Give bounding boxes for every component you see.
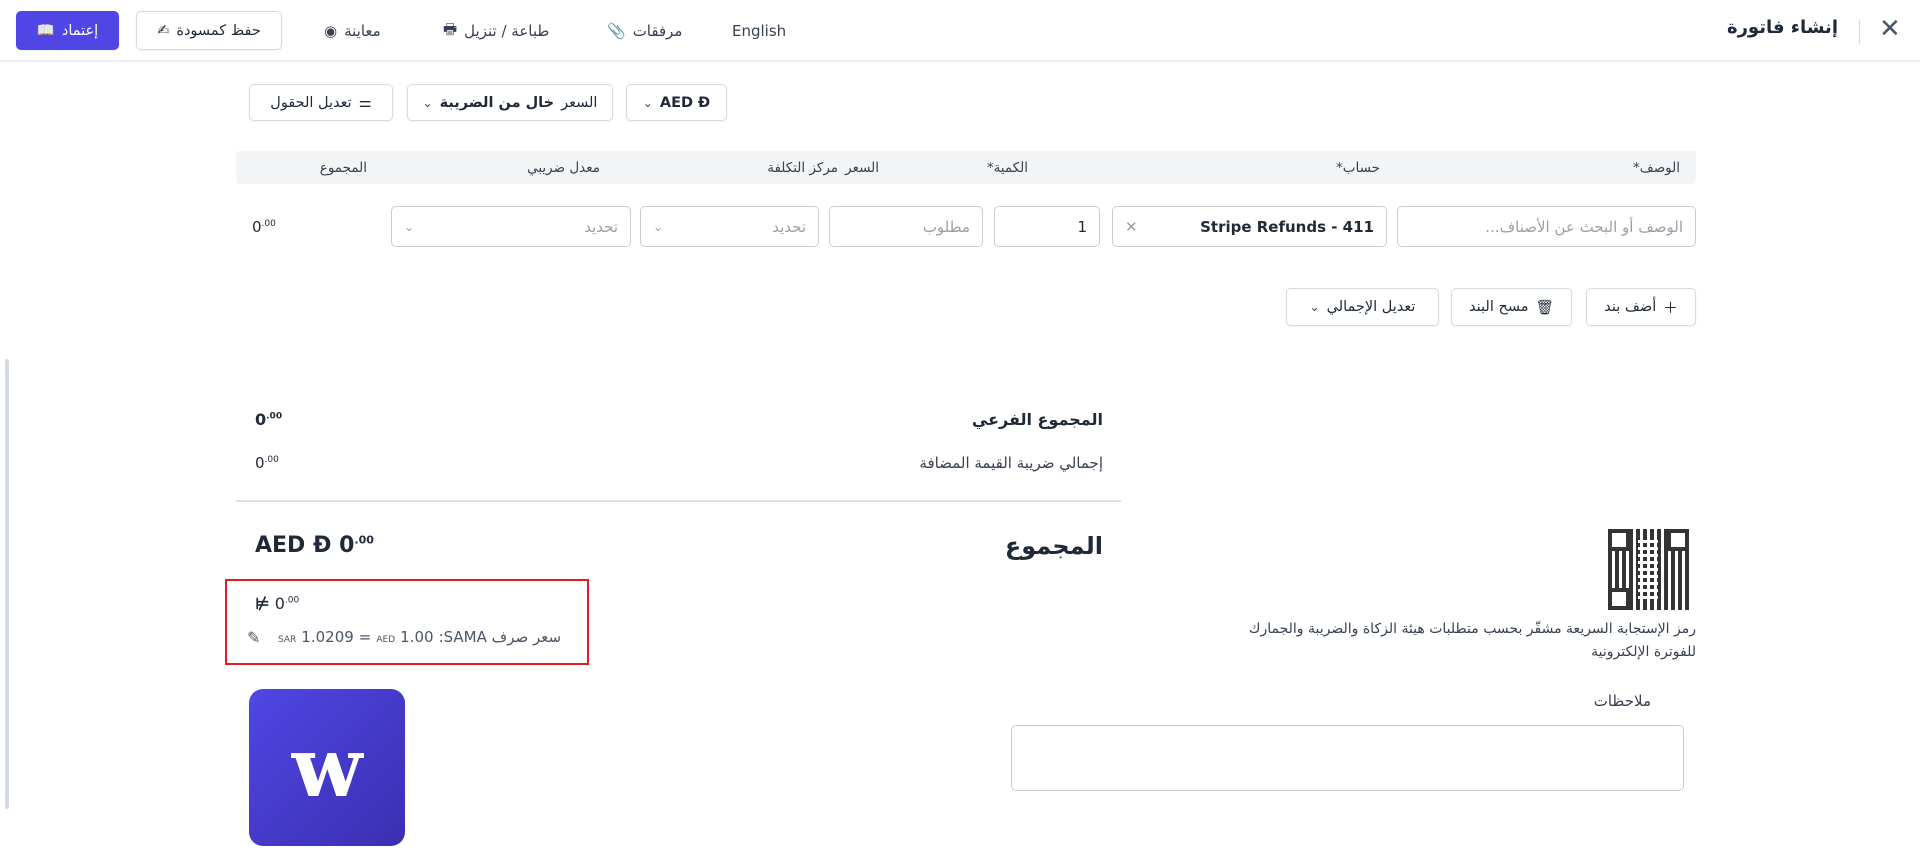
clear-line-button[interactable]: 🗑 مسح البند [1451, 288, 1572, 326]
account-select[interactable]: ✕ Stripe Refunds - 411 [1112, 206, 1387, 247]
notes-input[interactable] [1011, 725, 1684, 791]
edit-fields-button[interactable]: تعديل الحقول ⚌ [249, 84, 393, 121]
preview-link[interactable]: ◉ معاينة [324, 20, 381, 42]
subtotal-value: 0.00 [255, 410, 283, 429]
tax-rate-select[interactable]: ⌄ تحديد [391, 206, 631, 247]
qr-code [1608, 529, 1689, 610]
total-label: المجموع [1004, 532, 1103, 560]
price-input[interactable]: مطلوب [829, 206, 983, 247]
attachments-link[interactable]: 📎 مرفقات [607, 20, 682, 42]
quantity-input[interactable]: 1 [994, 206, 1100, 247]
description-input[interactable]: الوصف أو البحث عن الأصناف... [1397, 206, 1696, 247]
chevron-down-icon: ⌄ [404, 219, 415, 234]
header-tax-rate: معدل ضريبي [527, 160, 600, 176]
add-line-button[interactable]: ＋ أضف بند [1586, 288, 1696, 326]
currency-select[interactable]: ⌄ AED Ð [626, 84, 727, 121]
plus-icon: ＋ [1663, 300, 1678, 317]
trash-icon: 🗑 [1535, 299, 1554, 316]
print-download-link[interactable]: 🖶 طباعة / تنزيل [443, 20, 549, 42]
qr-caption: رمز الإستجابة السريعة مشفّر بحسب متطلبات… [1248, 621, 1696, 660]
chevron-down-icon: ⌄ [653, 219, 664, 234]
vat-label: إجمالي ضريبة القيمة المضافة [919, 454, 1103, 472]
edit-rate-icon[interactable]: ✎ [247, 628, 260, 647]
cost-center-select[interactable]: ⌄ تحديد [640, 206, 819, 247]
paperclip-icon: 📎 [607, 22, 626, 40]
adjust-total-button[interactable]: تعديل الإجمالي ⌄ [1286, 288, 1439, 326]
conversion-highlight [225, 579, 589, 665]
sar-symbol-icon: ⊭ [255, 594, 270, 613]
top-bar [0, 0, 1920, 62]
sliders-icon: ⚌ [358, 94, 372, 111]
exchange-rate: SAR 1.0209 = AED 1.00 سعر صرف SAMA: [278, 628, 562, 646]
notes-label: ملاحظات [1593, 692, 1651, 710]
header-price: السعر [845, 160, 879, 176]
approve-button[interactable]: 📖 إعتماد [16, 11, 119, 50]
header-description: الوصف* [1632, 160, 1680, 176]
header-total: المجموع [319, 160, 367, 176]
chevron-down-icon: ⌄ [642, 95, 653, 110]
sar-total: ⊭ 0.00 [255, 594, 300, 613]
subtotal-label: المجموع الفرعي [971, 410, 1103, 429]
eye-icon: ◉ [324, 22, 338, 40]
table-header [236, 151, 1696, 184]
header-cost-center: مركز التكلفة [767, 160, 838, 176]
header-quantity: الكمية* [986, 160, 1028, 176]
printer-icon: 🖶 [443, 19, 458, 38]
clear-icon[interactable]: ✕ [1125, 218, 1138, 236]
language-toggle[interactable]: English [732, 20, 786, 42]
divider [236, 500, 1121, 502]
chevron-down-icon: ⌄ [1309, 300, 1320, 314]
company-logo: w [249, 689, 405, 846]
price-mode-select[interactable]: السعر خال من الضريبة ⌄ [407, 84, 613, 121]
signature-icon: ✍ [157, 22, 170, 39]
vat-value: 0.00 [255, 454, 279, 472]
chevron-down-icon: ⌄ [422, 95, 433, 110]
book-check-icon: 📖 [36, 23, 55, 39]
close-icon[interactable]: ✕ [1879, 14, 1901, 44]
divider [1859, 20, 1860, 44]
save-draft-button[interactable]: ✍ حفظ كمسودة [136, 11, 282, 50]
header-account: حساب* [1336, 160, 1380, 176]
total-value: AED Ð 0.00 [255, 533, 374, 558]
scrollbar[interactable] [5, 359, 9, 809]
line-total: 0.00 [252, 218, 276, 236]
page-title: إنشاء فاتورة [1726, 17, 1838, 38]
